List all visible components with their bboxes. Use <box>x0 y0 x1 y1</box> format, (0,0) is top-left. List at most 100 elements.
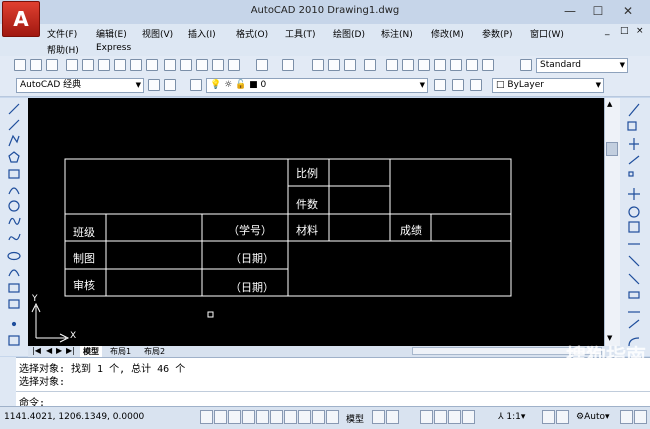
scale-icon[interactable] <box>628 221 640 233</box>
rectangle-icon[interactable] <box>8 169 20 179</box>
vertical-scrollbar[interactable]: ▲ ▼ <box>604 98 621 346</box>
scroll-thumb[interactable] <box>606 142 618 156</box>
zoom-window-icon[interactable] <box>344 59 356 71</box>
chamfer-icon[interactable] <box>628 319 640 329</box>
quick-view-drawings-button[interactable] <box>386 410 399 424</box>
first-tab-button[interactable]: |◀ <box>32 346 41 355</box>
insert-block-icon[interactable] <box>8 283 20 293</box>
close-button[interactable]: ✕ <box>614 2 642 20</box>
block-editor-icon[interactable] <box>228 59 240 71</box>
ortho-mode-button[interactable] <box>228 410 241 424</box>
zoom-status-icon[interactable] <box>434 410 447 424</box>
tool-palettes-icon[interactable] <box>418 59 430 71</box>
make-current-layer-icon[interactable] <box>434 79 446 91</box>
array-icon[interactable] <box>628 171 634 177</box>
command-grip[interactable] <box>0 357 16 406</box>
match-properties-icon[interactable] <box>212 59 224 71</box>
trim-icon[interactable] <box>628 255 640 267</box>
object-snap-button[interactable] <box>256 410 269 424</box>
erase-icon[interactable] <box>628 103 640 117</box>
annotation-scale[interactable]: ⅄ 1:1▾ <box>498 412 525 422</box>
tab-layout1[interactable]: 布局1 <box>110 346 131 357</box>
steering-wheel-icon[interactable] <box>448 410 461 424</box>
lineweight-button[interactable] <box>312 410 325 424</box>
paste-icon[interactable] <box>196 59 208 71</box>
layer-select[interactable]: 💡 ☼ 🔓 ■ 0 ▼ <box>206 78 428 93</box>
revision-cloud-icon[interactable] <box>8 217 21 225</box>
menu-insert[interactable]: 插入(I) <box>188 27 216 40</box>
ellipse-icon[interactable] <box>7 251 21 261</box>
print-icon[interactable] <box>66 59 78 71</box>
zoom-previous-icon[interactable] <box>364 59 376 71</box>
auto-scale-icon[interactable] <box>556 410 569 424</box>
dynamic-input-button[interactable] <box>298 410 311 424</box>
extend-icon[interactable] <box>628 273 640 285</box>
sheet-set-icon[interactable] <box>434 59 446 71</box>
undo-icon[interactable] <box>256 59 268 71</box>
help-icon[interactable] <box>482 59 494 71</box>
layer-state-icon[interactable] <box>470 79 482 91</box>
redo-icon[interactable] <box>282 59 294 71</box>
annotation-visibility-icon[interactable] <box>542 410 555 424</box>
print-preview-icon[interactable] <box>82 59 94 71</box>
menu-edit[interactable]: 编辑(E) <box>96 27 127 40</box>
doc-restore-button[interactable]: □ <box>620 26 629 36</box>
move-icon[interactable] <box>628 188 640 200</box>
break-icon[interactable] <box>628 291 640 299</box>
doc-close-button[interactable]: × <box>636 26 644 36</box>
snap-mode-button[interactable] <box>200 410 213 424</box>
tab-model[interactable]: 模型 <box>80 346 102 357</box>
ellipse-arc-icon[interactable] <box>8 269 20 277</box>
showmotion-icon[interactable] <box>462 410 475 424</box>
hatch-icon[interactable] <box>8 335 20 346</box>
doc-minimize-button[interactable]: _ <box>605 26 610 36</box>
scroll-up-icon[interactable]: ▲ <box>607 100 612 108</box>
clean-screen-icon[interactable] <box>634 410 647 424</box>
menu-dimension[interactable]: 标注(N) <box>381 27 413 40</box>
construction-line-icon[interactable] <box>8 119 20 131</box>
menu-window[interactable]: 窗口(W) <box>530 27 564 40</box>
next-tab-button[interactable]: ▶ <box>56 346 62 355</box>
mirror-icon[interactable] <box>629 138 639 150</box>
design-center-icon[interactable] <box>402 59 414 71</box>
menu-format[interactable]: 格式(O) <box>236 27 268 40</box>
copy-object-icon[interactable] <box>627 121 637 131</box>
plot-icon[interactable] <box>146 59 158 71</box>
circle-icon[interactable] <box>8 200 20 212</box>
menu-tools[interactable]: 工具(T) <box>285 27 316 40</box>
command-input[interactable]: 命令: <box>16 391 650 409</box>
open-icon[interactable] <box>30 59 42 71</box>
layer-previous-icon[interactable] <box>452 79 464 91</box>
grid-display-button[interactable] <box>214 410 227 424</box>
quick-properties-button[interactable] <box>326 410 339 424</box>
markup-icon[interactable] <box>450 59 462 71</box>
menu-view[interactable]: 视图(V) <box>142 27 173 40</box>
layer-properties-icon[interactable] <box>190 79 202 91</box>
pan-icon[interactable] <box>312 59 324 71</box>
line-tool-icon[interactable] <box>8 103 20 115</box>
spline-icon[interactable] <box>8 233 21 241</box>
drawing-canvas[interactable]: 比例 件数 材料 成绩 班级 （学号） 制图 （日期） 审核 （日期） Y X <box>28 98 604 346</box>
new-icon[interactable] <box>14 59 26 71</box>
linetype-select[interactable]: □ ByLayer ▼ <box>492 78 604 93</box>
menu-help[interactable]: 帮助(H) <box>47 43 79 56</box>
autocad-app-button[interactable]: A <box>2 1 40 37</box>
save-icon[interactable] <box>46 59 58 71</box>
quickcalc-icon[interactable] <box>466 59 478 71</box>
menu-parametric[interactable]: 参数(P) <box>482 27 512 40</box>
dynamic-ucs-button[interactable] <box>284 410 297 424</box>
properties-icon[interactable] <box>386 59 398 71</box>
menu-modify[interactable]: 修改(M) <box>431 27 464 40</box>
polygon-icon[interactable] <box>8 151 20 163</box>
polar-tracking-button[interactable] <box>242 410 255 424</box>
workspace-switch[interactable]: ⚙Auto▾ <box>576 412 610 422</box>
workspace-settings-icon[interactable] <box>148 79 160 91</box>
pan-status-icon[interactable] <box>420 410 433 424</box>
tab-layout2[interactable]: 布局2 <box>144 346 165 357</box>
last-tab-button[interactable]: ▶| <box>66 346 75 355</box>
workspace-select[interactable]: AutoCAD 经典 ▼ <box>16 78 144 93</box>
zoom-realtime-icon[interactable] <box>328 59 340 71</box>
publish-icon[interactable] <box>98 59 110 71</box>
offset-icon[interactable] <box>628 155 640 165</box>
object-snap-tracking-button[interactable] <box>270 410 283 424</box>
